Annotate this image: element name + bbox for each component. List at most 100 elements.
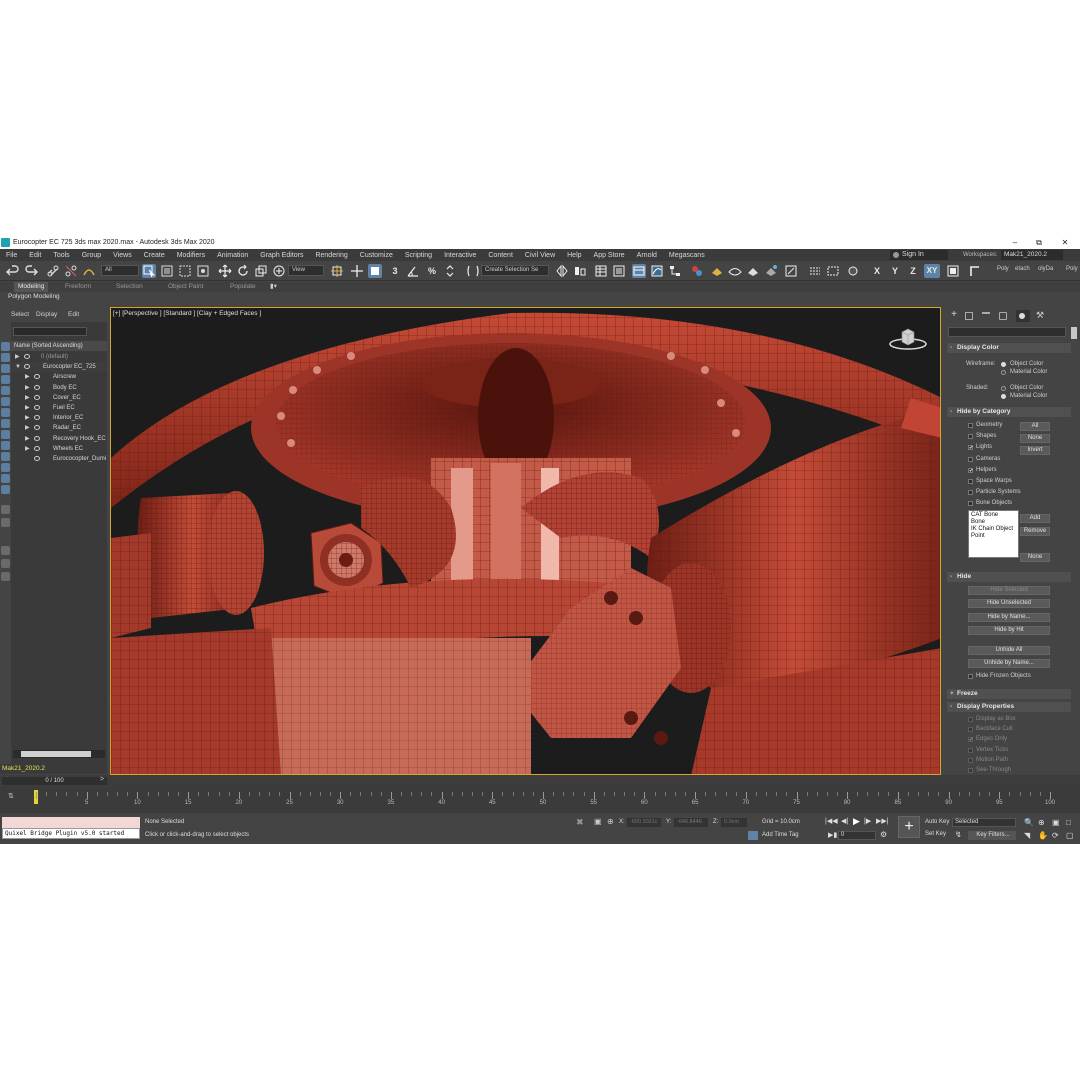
maximize-viewport-toggle-icon[interactable]: ▢ xyxy=(1066,831,1074,840)
toggle-layer-explorer-icon[interactable] xyxy=(612,264,626,278)
visibility-eye-icon[interactable] xyxy=(34,425,40,431)
menu-scripting[interactable]: Scripting xyxy=(399,252,438,259)
utilities-tab-icon[interactable]: ⚒ xyxy=(1036,310,1048,322)
schematic-view-icon[interactable] xyxy=(668,264,682,278)
category-all-button[interactable]: All xyxy=(1020,422,1050,431)
expand-arrow-icon[interactable]: ▶ xyxy=(25,403,30,413)
display-cameras-icon[interactable] xyxy=(1,397,10,406)
axis-xy-button[interactable]: XY xyxy=(924,264,940,278)
visibility-eye-icon[interactable] xyxy=(34,405,40,410)
selection-lock-icon[interactable]: ▣ xyxy=(594,817,602,826)
display-hidden-icon[interactable] xyxy=(1,485,10,494)
display-color-rollout[interactable]: Display Color xyxy=(947,343,1071,353)
field-of-view-icon[interactable]: ◥ xyxy=(1024,831,1030,840)
maximize-viewport-icon[interactable] xyxy=(946,264,960,278)
material-editor-icon[interactable] xyxy=(690,264,704,278)
expand-arrow-icon[interactable]: ▶ xyxy=(25,413,30,423)
visibility-eye-icon[interactable] xyxy=(34,415,40,421)
display-property-checkbox[interactable] xyxy=(968,717,973,722)
expand-arrow-icon[interactable]: ▶ xyxy=(25,434,30,444)
isolate-selection-icon[interactable]: ✖ xyxy=(576,817,584,828)
go-to-start-icon[interactable]: |◀◀ xyxy=(825,817,838,825)
redo-icon[interactable] xyxy=(24,264,38,278)
category-remove-button[interactable]: Remove xyxy=(1020,527,1050,536)
selection-filter-dropdown[interactable]: All xyxy=(101,265,139,276)
hierarchy-tab-icon[interactable] xyxy=(982,312,990,320)
menu-graph-editors[interactable]: Graph Editors xyxy=(254,252,309,259)
display-xrefs-icon[interactable] xyxy=(1,441,10,450)
hide-selected-button[interactable]: Hide Selected xyxy=(968,586,1050,595)
visibility-eye-icon[interactable] xyxy=(34,445,40,451)
list-item[interactable]: ▶ 0 (default) xyxy=(11,352,107,362)
ribbon-tab-object-paint[interactable]: Object Paint xyxy=(168,282,203,292)
bind-space-warp-icon[interactable] xyxy=(82,264,96,278)
category-checkbox[interactable] xyxy=(968,456,973,462)
expand-arrow-icon[interactable]: ▶ xyxy=(15,352,20,362)
shaded-material-color-radio[interactable] xyxy=(1001,394,1006,399)
render-iterative-icon[interactable] xyxy=(764,264,778,278)
display-property-checkbox[interactable] xyxy=(968,727,973,733)
category-checkbox[interactable]: ✔ xyxy=(968,467,973,473)
visibility-eye-icon[interactable] xyxy=(34,456,40,461)
rendered-frame-window-icon[interactable] xyxy=(728,264,742,278)
explorer-scrollbar[interactable] xyxy=(13,750,105,758)
rotate-icon[interactable] xyxy=(236,264,250,278)
bone-type-listbox[interactable]: CAT Bone Bone IK Chain Object Point xyxy=(968,510,1019,558)
hide-by-category-rollout[interactable]: Hide by Category xyxy=(947,407,1071,417)
set-keys-icon[interactable]: + xyxy=(898,816,920,838)
wireframe-object-color-radio[interactable] xyxy=(1001,362,1006,367)
modify-tab-icon[interactable] xyxy=(965,312,973,320)
display-influences-icon[interactable] xyxy=(1,518,10,527)
unlink-icon[interactable] xyxy=(64,264,78,278)
time-configuration-icon[interactable]: ⚙ xyxy=(880,830,887,839)
go-to-end-icon[interactable]: ▶▶| xyxy=(876,817,889,825)
display-shapes-icon[interactable] xyxy=(1,375,10,384)
list-item[interactable]: ▶ Airscrew xyxy=(11,372,107,382)
select-by-name-icon[interactable] xyxy=(160,264,174,278)
display-geometry-icon[interactable] xyxy=(1,364,10,373)
expand-arrow-icon[interactable]: ▶ xyxy=(25,393,30,403)
display-property-checkbox[interactable] xyxy=(968,757,973,763)
wireframe-material-color-radio[interactable] xyxy=(1001,370,1006,375)
hide-by-hit-button[interactable]: Hide by Hit xyxy=(968,626,1050,635)
y-coord-field[interactable]: -646.8446 xyxy=(674,818,708,827)
layers-icon[interactable] xyxy=(1,572,10,581)
zoom-all-icon[interactable]: ⊕ xyxy=(1038,818,1045,827)
viewcube-icon[interactable] xyxy=(888,324,928,354)
ribbon-options-icon[interactable]: ▮▾ xyxy=(270,282,277,292)
hide-frozen-checkbox[interactable] xyxy=(968,674,973,679)
listbox-item-bone[interactable]: Bone xyxy=(971,519,985,525)
explorer-menu-edit[interactable]: Edit xyxy=(68,311,79,318)
minimize-button[interactable]: – xyxy=(1004,236,1026,249)
previous-frame-icon[interactable]: ◀| xyxy=(841,817,848,825)
axis-y-button[interactable]: Y xyxy=(888,264,902,278)
command-panel-name-field[interactable] xyxy=(948,327,1066,337)
toggle-ribbon-icon[interactable] xyxy=(632,264,646,278)
orbit-icon[interactable]: ⟳ xyxy=(1052,831,1059,840)
list-item[interactable]: ▶ Radar_EC xyxy=(11,423,107,433)
list-item[interactable]: ▶ Body EC xyxy=(11,383,107,393)
close-button[interactable]: ✕ xyxy=(1054,236,1076,249)
menu-help[interactable]: Help xyxy=(561,252,587,259)
tool-poly-2-label[interactable]: Poly xyxy=(1066,266,1078,272)
rectangular-selection-icon[interactable] xyxy=(178,264,192,278)
viewport-label[interactable]: [+] [Perspective ] [Standard ] [Clay + E… xyxy=(113,310,261,317)
category-checkbox[interactable] xyxy=(968,490,973,496)
freeze-rollout[interactable]: Freeze xyxy=(947,689,1071,699)
display-none-icon[interactable] xyxy=(1,342,10,351)
menu-edit[interactable]: Edit xyxy=(23,252,47,259)
display-groups-icon[interactable] xyxy=(1,430,10,439)
arnold-ipr-icon[interactable] xyxy=(826,264,840,278)
display-property-checkbox[interactable] xyxy=(968,768,973,773)
menu-rendering[interactable]: Rendering xyxy=(309,252,353,259)
display-properties-rollout[interactable]: Display Properties xyxy=(947,702,1071,712)
default-in-out-tangents-icon[interactable]: ↯ xyxy=(955,830,962,839)
category-invert-button[interactable]: Invert xyxy=(1020,446,1050,455)
time-tag-icon[interactable] xyxy=(748,831,758,840)
menu-modifiers[interactable]: Modifiers xyxy=(171,252,211,259)
listbox-item-ik-chain[interactable]: IK Chain Object xyxy=(971,526,1013,532)
list-item[interactable]: ▼ Eurocopter EC_725 xyxy=(11,362,107,373)
display-helpers-icon[interactable] xyxy=(1,408,10,417)
menu-arnold[interactable]: Arnold xyxy=(631,252,663,259)
axis-z-button[interactable]: Z xyxy=(906,264,920,278)
